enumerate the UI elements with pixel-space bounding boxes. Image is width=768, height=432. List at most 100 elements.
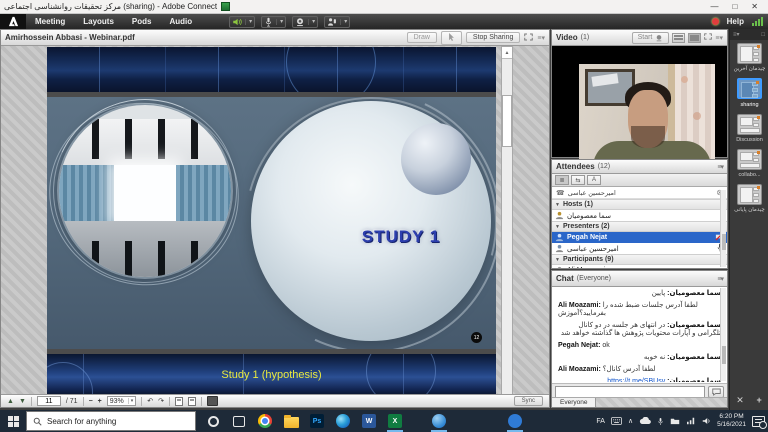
attendee-row[interactable]: Ali Moazami: [552, 265, 727, 269]
delete-layout-button[interactable]: ✕: [736, 395, 744, 406]
taskbar-search[interactable]: Search for anything: [26, 411, 196, 431]
network-icon[interactable]: [686, 417, 696, 425]
adobe-logo-icon[interactable]: [0, 14, 26, 29]
scrollbar-up-button[interactable]: ▲: [502, 47, 512, 59]
zoom-level-select[interactable]: 93% ▾: [107, 396, 137, 406]
draw-button[interactable]: Draw: [407, 32, 437, 43]
volume-icon[interactable]: [702, 417, 711, 425]
scrollbar-thumb[interactable]: [722, 346, 726, 364]
grid-view-button[interactable]: [672, 33, 685, 43]
tab-everyone[interactable]: Everyone: [552, 398, 596, 407]
app-icon: [221, 2, 230, 11]
webcam-button[interactable]: ▾: [292, 16, 318, 28]
presenters-section-header[interactable]: ▼ Presenters (2): [552, 221, 727, 232]
word-button[interactable]: W: [356, 410, 382, 432]
attendee-row[interactable]: امیرحسین عباسی: [552, 243, 727, 254]
close-button[interactable]: ✕: [751, 2, 758, 11]
redo-button[interactable]: ↷: [158, 397, 164, 405]
filmstrip-view-button[interactable]: [688, 33, 701, 43]
zoom-in-button[interactable]: +: [98, 398, 102, 405]
layout-thumb-sharing[interactable]: [737, 78, 762, 99]
layouts-panel-collapse-button[interactable]: □: [761, 32, 765, 38]
sphere-graphic: [401, 123, 471, 195]
status-button[interactable]: ▾: [324, 16, 350, 28]
start-button[interactable]: [0, 410, 26, 432]
attendees-scrollbar[interactable]: [720, 190, 726, 267]
page-number-input[interactable]: [37, 396, 61, 406]
undo-button[interactable]: ↶: [147, 397, 153, 405]
layout-thumb-discussion[interactable]: [737, 114, 762, 135]
language-indicator[interactable]: FA: [596, 418, 605, 425]
sync-button[interactable]: Sync: [514, 396, 543, 406]
start-webcam-button[interactable]: Start: [632, 32, 670, 44]
scrollbar-thumb[interactable]: [502, 95, 512, 147]
participants-section-header[interactable]: ▼ Participants (9): [552, 254, 727, 265]
scrollbar-thumb[interactable]: [722, 234, 726, 250]
page-total-label: / 71: [66, 398, 78, 405]
layouts-panel-menu-button[interactable]: ≡▾: [733, 31, 740, 38]
send-message-button[interactable]: [708, 386, 724, 398]
attendees-pod-menu-button[interactable]: ≡▾: [717, 163, 723, 171]
share-pod-menu-button[interactable]: ≡▾: [537, 34, 545, 42]
edge-button[interactable]: [330, 410, 356, 432]
chat-input[interactable]: [555, 386, 705, 398]
chat-sender: Ali Moazami: [558, 366, 603, 373]
attendee-row-selected[interactable]: Pegah Nejat: [552, 232, 727, 243]
photoshop-button[interactable]: Ps: [304, 410, 330, 432]
menu-audio[interactable]: Audio: [160, 17, 201, 26]
running-app-button[interactable]: [502, 410, 528, 432]
file-explorer-button[interactable]: [278, 410, 304, 432]
minimize-button[interactable]: —: [710, 2, 718, 11]
attendee-row[interactable]: سما معصومیان: [552, 210, 727, 221]
add-layout-button[interactable]: +: [756, 395, 761, 406]
fit-page-button[interactable]: [188, 397, 196, 406]
help-menu[interactable]: Help: [727, 17, 744, 26]
task-view-button[interactable]: [226, 410, 252, 432]
layout-thumb-collaboration[interactable]: [737, 149, 762, 170]
document-scrollbar[interactable]: ▲: [501, 46, 513, 394]
chat-sender: Pegah Nejat: [558, 342, 602, 349]
tray-overflow-button[interactable]: ∧: [628, 417, 633, 425]
fullscreen-button[interactable]: [524, 33, 533, 43]
status-caret[interactable]: ▾: [340, 19, 347, 25]
onedrive-cloud-icon[interactable]: [639, 417, 651, 425]
pointer-tool-button[interactable]: [207, 396, 218, 406]
previous-page-button[interactable]: ▲: [7, 398, 14, 405]
chat-link[interactable]: https://t.me/SBUsv: [607, 378, 665, 382]
fit-width-button[interactable]: [175, 397, 183, 406]
layout-thumb-5[interactable]: [737, 184, 762, 205]
microphone-button[interactable]: ▾: [261, 16, 286, 28]
chat-message-list: سما معصومیانپایین Ali Moazamiلطفا آدرس ج…: [552, 287, 727, 382]
microphone-tray-icon[interactable]: [657, 417, 664, 426]
webcam-caret[interactable]: ▾: [308, 19, 315, 25]
next-page-button[interactable]: ▼: [19, 398, 26, 405]
video-fullscreen-button[interactable]: [704, 33, 712, 42]
speaker-caret[interactable]: ▾: [245, 19, 252, 25]
excel-button[interactable]: X: [382, 410, 408, 432]
action-center-button[interactable]: [752, 416, 765, 427]
stop-sharing-button[interactable]: Stop Sharing: [466, 32, 520, 43]
hosts-section-header[interactable]: ▼ Hosts (1): [552, 199, 727, 210]
pointer-button[interactable]: [441, 31, 462, 45]
connection-signal-icon[interactable]: [752, 17, 763, 26]
keyboard-icon[interactable]: [611, 417, 622, 425]
tray-folder-icon[interactable]: [670, 417, 680, 425]
cortana-button[interactable]: [200, 410, 226, 432]
microphone-caret[interactable]: ▾: [276, 19, 283, 25]
status-view-button[interactable]: A: [587, 175, 601, 185]
video-pod-menu-button[interactable]: ≡▾: [715, 34, 723, 42]
maximize-button[interactable]: □: [732, 2, 737, 11]
layout-thumb-1[interactable]: [737, 43, 762, 64]
menu-pods[interactable]: Pods: [123, 17, 161, 26]
taskbar-clock[interactable]: 6:20 PM 5/16/2021: [717, 413, 746, 430]
chat-pod-menu-button[interactable]: ≡▾: [717, 275, 723, 283]
chrome-button[interactable]: [252, 410, 278, 432]
running-app-button[interactable]: [426, 410, 452, 432]
zoom-out-button[interactable]: −: [89, 398, 93, 405]
speaker-button[interactable]: ▾: [229, 16, 255, 28]
breakout-view-button[interactable]: ⇆: [571, 175, 585, 185]
menu-layouts[interactable]: Layouts: [74, 17, 123, 26]
menu-meeting[interactable]: Meeting: [26, 17, 74, 26]
chat-scrollbar[interactable]: [720, 288, 726, 381]
attendee-list-view-button[interactable]: ≣: [555, 175, 569, 185]
